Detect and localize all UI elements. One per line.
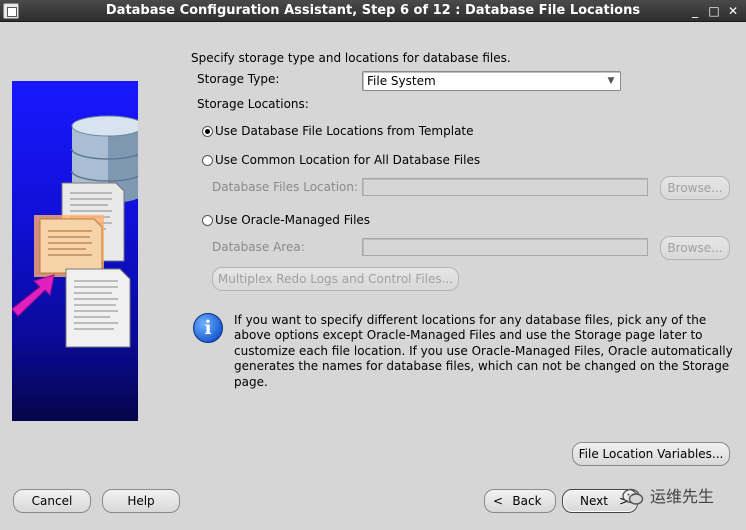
database-files-location-label: Database Files Location: xyxy=(212,180,359,194)
template-locations-radio[interactable] xyxy=(202,126,213,137)
database-area-label: Database Area: xyxy=(212,240,305,254)
instruction-text: Specify storage type and locations for d… xyxy=(191,51,511,65)
info-text: If you want to specify different locatio… xyxy=(234,313,733,389)
storage-type-value: File System xyxy=(367,74,436,88)
watermark-text: 运维先生 xyxy=(650,487,715,506)
template-locations-label[interactable]: Use Database File Locations from Templat… xyxy=(215,124,474,138)
storage-type-label: Storage Type: xyxy=(197,72,280,86)
database-files-location-input[interactable] xyxy=(362,178,648,196)
minimize-button[interactable]: _ xyxy=(687,3,703,19)
common-location-label[interactable]: Use Common Location for All Database Fil… xyxy=(215,153,480,167)
oracle-managed-files-radio[interactable] xyxy=(202,215,213,226)
arrow-icon xyxy=(12,274,55,317)
close-button[interactable]: ✕ xyxy=(725,3,741,19)
wechat-icon xyxy=(622,488,644,505)
database-files-illustration xyxy=(12,115,138,348)
multiplex-redo-logs-button[interactable]: Multiplex Redo Logs and Control Files... xyxy=(212,267,459,291)
highlighted-document-icon xyxy=(34,215,104,277)
document-icon xyxy=(65,268,131,348)
database-area-input[interactable] xyxy=(362,238,648,256)
illustration-panel xyxy=(12,81,138,421)
storage-type-select[interactable]: File System ▼ xyxy=(362,71,621,91)
title-bar: Database Configuration Assistant, Step 6… xyxy=(0,0,746,22)
back-button[interactable]: < Back xyxy=(484,489,556,513)
file-location-variables-button[interactable]: File Location Variables... xyxy=(572,442,730,466)
oracle-managed-files-label[interactable]: Use Oracle-Managed Files xyxy=(215,213,370,227)
storage-locations-label: Storage Locations: xyxy=(197,97,309,111)
chevron-down-icon: ▼ xyxy=(607,76,615,86)
next-button-label: Next xyxy=(580,494,608,508)
window-title: Database Configuration Assistant, Step 6… xyxy=(105,3,641,18)
chevron-left-icon: < xyxy=(493,494,504,508)
maximize-button[interactable]: □ xyxy=(706,3,722,19)
back-button-label: Back xyxy=(512,494,542,508)
browse-files-location-button[interactable]: Browse... xyxy=(660,176,730,200)
cancel-button[interactable]: Cancel xyxy=(13,489,91,513)
common-location-radio[interactable] xyxy=(202,155,213,166)
help-button[interactable]: Help xyxy=(102,489,180,513)
info-icon: i xyxy=(193,313,223,343)
browse-database-area-button[interactable]: Browse... xyxy=(660,236,730,260)
